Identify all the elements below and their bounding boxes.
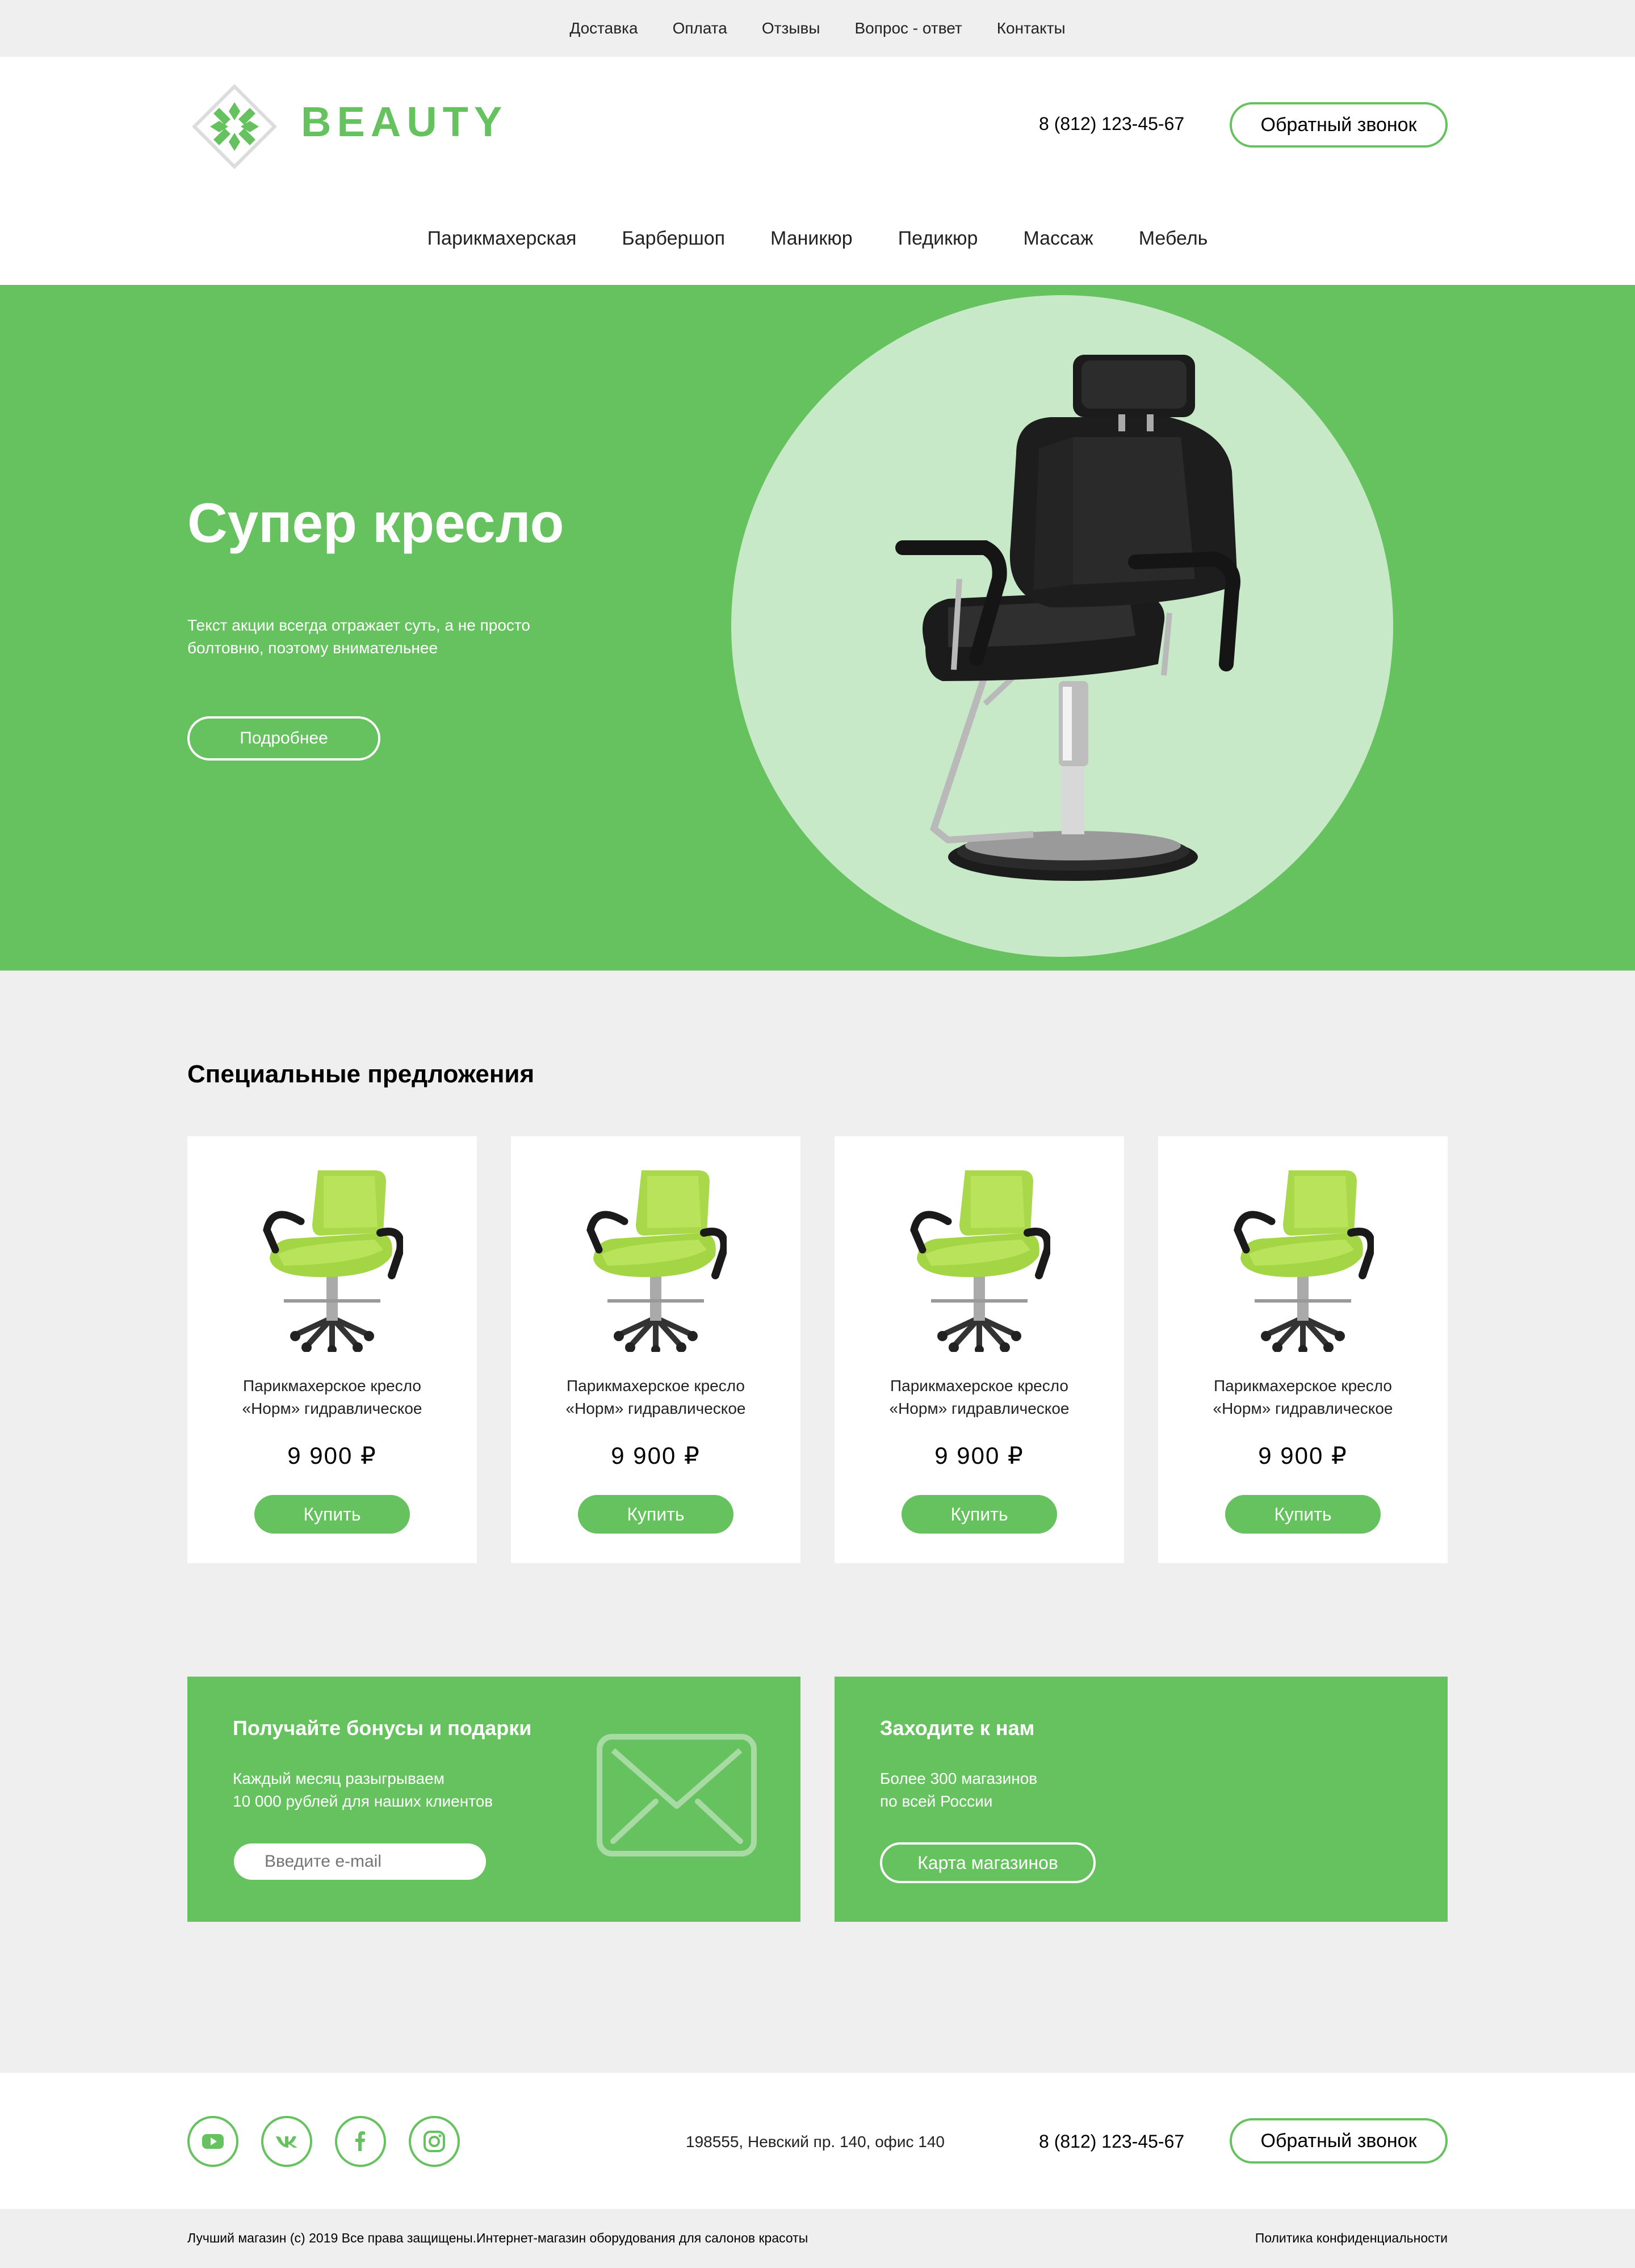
main-nav-hairdressing[interactable]: Парикмахерская [427,228,577,250]
email-input[interactable] [234,1843,486,1880]
bonus-text-line-2: 10 000 рублей для наших клиентов [233,1792,493,1810]
product-price: 9 900 ₽ [934,1442,1024,1469]
hero-text: Текст акции всегда отражает суть, а не п… [187,616,530,657]
facebook-icon[interactable] [335,2116,386,2167]
buy-button[interactable]: Купить [902,1495,1057,1534]
hero-details-button[interactable]: Подробнее [187,716,380,761]
stores-map-button[interactable]: Карта магазинов [880,1842,1096,1883]
chair-image [263,1170,403,1352]
header-phone[interactable]: 8 (812) 123-45-67 [1039,114,1184,135]
buy-button[interactable]: Купить [254,1495,410,1534]
privacy-policy-link[interactable]: Политика конфиденциальности [1255,2231,1448,2246]
buy-button[interactable]: Купить [578,1495,733,1534]
bonus-block: Получайте бонусы и подарки Каждый месяц … [187,1677,800,1922]
main-nav-pedicure[interactable]: Педикюр [898,228,978,250]
product-name: Парикмахерское кресло «Норм» гидравличес… [835,1375,1124,1420]
product-card: Парикмахерское кресло «Норм» гидравличес… [1158,1136,1448,1563]
logo-icon[interactable] [187,79,282,174]
product-name-text: Парикмахерское кресло «Норм» гидравличес… [565,1377,746,1417]
stores-text: Более 300 магазинов по всей России [880,1767,1037,1813]
bonus-title: Получайте бонусы и подарки [233,1716,532,1740]
stores-text-line-2: по всей России [880,1792,993,1810]
product-name-text: Парикмахерское кресло «Норм» гидравличес… [889,1377,1070,1417]
instagram-icon[interactable] [409,2116,460,2167]
main-nav-massage[interactable]: Массаж [1023,228,1093,250]
special-offers-title: Специальные предложения [187,1060,535,1088]
top-nav: Доставка Оплата Отзывы Вопрос - ответ Ко… [0,0,1635,57]
envelope-icon [597,1734,757,1857]
product-name-text: Парикмахерское кресло «Норм» гидравличес… [242,1377,422,1417]
bonus-text-line-1: Каждый месяц разыгрываем [233,1770,445,1787]
top-nav-delivery[interactable]: Доставка [569,19,638,37]
product-name: Парикмахерское кресло «Норм» гидравличес… [187,1375,477,1420]
logo-text[interactable]: BEAUTY [301,98,508,146]
chair-image [1234,1170,1374,1352]
stores-block: Заходите к нам Более 300 магазинов по вс… [835,1677,1448,1922]
product-price: 9 900 ₽ [1258,1442,1348,1469]
product-card: Парикмахерское кресло «Норм» гидравличес… [835,1136,1124,1563]
main-nav: Парикмахерская Барбершоп Маникюр Педикюр… [0,224,1635,253]
product-price: 9 900 ₽ [611,1442,701,1469]
bonus-text: Каждый месяц разыгрываем 10 000 рублей д… [233,1767,493,1813]
buy-button[interactable]: Купить [1225,1495,1381,1534]
product-price: 9 900 ₽ [287,1442,377,1469]
top-nav-reviews[interactable]: Отзывы [762,19,820,37]
vk-icon[interactable] [261,2116,312,2167]
chair-image [910,1170,1050,1352]
stores-title: Заходите к нам [880,1716,1035,1740]
chair-image [586,1170,727,1352]
main-nav-barbershop[interactable]: Барбершоп [622,228,725,250]
youtube-icon[interactable] [187,2116,238,2167]
product-name: Парикмахерское кресло «Норм» гидравличес… [511,1375,800,1420]
header-callback-button[interactable]: Обратный звонок [1230,102,1448,148]
hero-title: Супер кресло [187,492,564,554]
copyright-text: Лучший магазин (c) 2019 Все права защище… [187,2231,808,2245]
product-name-text: Парикмахерское кресло «Норм» гидравличес… [1213,1377,1393,1417]
top-nav-faq[interactable]: Вопрос - ответ [854,19,962,37]
footer-callback-button[interactable]: Обратный звонок [1230,2118,1448,2164]
barber-chair-image [895,355,1240,881]
footer-address: 198555, Невский пр. 140, офис 140 [686,2133,945,2151]
main-nav-furniture[interactable]: Мебель [1139,228,1208,250]
stores-text-line-1: Более 300 магазинов [880,1770,1038,1787]
top-nav-contacts[interactable]: Контакты [997,19,1066,37]
product-name: Парикмахерское кресло «Норм» гидравличес… [1158,1375,1448,1420]
product-card: Парикмахерское кресло «Норм» гидравличес… [187,1136,477,1563]
footer-phone[interactable]: 8 (812) 123-45-67 [1039,2131,1184,2152]
top-nav-payment[interactable]: Оплата [673,19,727,37]
product-card: Парикмахерское кресло «Норм» гидравличес… [511,1136,800,1563]
main-nav-manicure[interactable]: Маникюр [770,228,853,250]
